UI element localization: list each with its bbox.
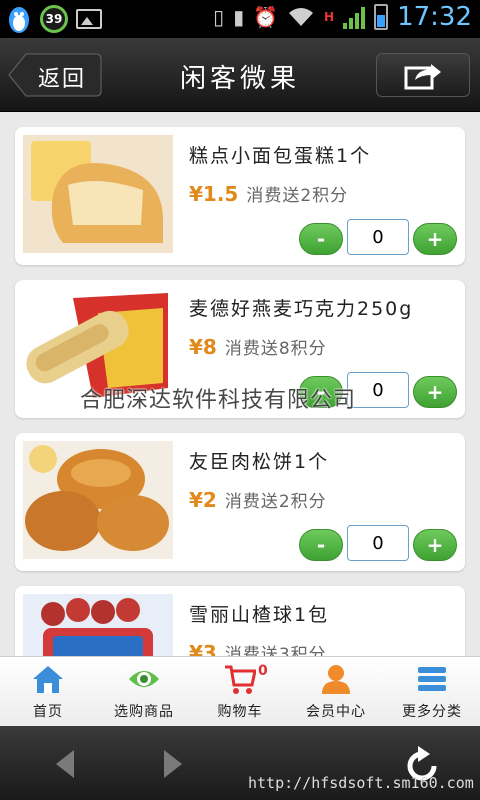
- product-price: ¥2: [189, 488, 217, 512]
- title-bar: 返回 闲客微果: [0, 38, 480, 112]
- network-type-label: H: [324, 10, 335, 24]
- share-icon: [404, 64, 441, 90]
- product-points: 消费送2积分: [246, 186, 349, 206]
- product-points: 消费送3积分: [224, 645, 327, 656]
- increase-quantity-button[interactable]: +: [413, 529, 457, 561]
- gallery-icon: [76, 9, 102, 29]
- product-points: 消费送8积分: [224, 339, 327, 359]
- increase-quantity-button[interactable]: +: [413, 223, 457, 255]
- increase-quantity-button[interactable]: +: [413, 376, 457, 408]
- decrease-quantity-button[interactable]: -: [299, 223, 343, 255]
- tab-home[interactable]: 首页: [0, 657, 96, 727]
- browser-forward-icon[interactable]: [162, 748, 184, 780]
- sd-card-icon: ▮: [233, 5, 245, 29]
- product-image-hawthorn-balls: [23, 594, 173, 656]
- clock-time: 17:32: [397, 2, 472, 32]
- user-icon: [322, 665, 350, 694]
- eye-icon: [129, 671, 159, 687]
- cart-count-badge: 0: [258, 663, 268, 679]
- product-card[interactable]: 糕点小面包蛋糕1个 ¥1.5 消费送2积分 - +: [15, 127, 465, 265]
- battery-icon: [374, 4, 389, 30]
- product-image-pork-floss-cake: [23, 441, 173, 559]
- tab-cart[interactable]: 0 购物车: [192, 657, 288, 727]
- tab-label: 更多分类: [402, 704, 462, 720]
- notification-count-badge: 39: [40, 5, 68, 33]
- product-name: 雪丽山楂球1包: [189, 604, 330, 626]
- quantity-input[interactable]: [347, 219, 409, 255]
- watermark-text: 合肥深达软件科技有限公司: [80, 388, 357, 413]
- tab-label: 购物车: [217, 704, 263, 720]
- home-icon: [33, 666, 63, 693]
- product-image-cake: [23, 135, 173, 253]
- quantity-input[interactable]: [347, 525, 409, 561]
- product-price: ¥8: [189, 335, 217, 359]
- product-price: ¥3: [189, 641, 217, 656]
- wifi-icon: [289, 8, 314, 26]
- status-bar: 39 ▯ ▮ ⏰ H 17:32: [0, 0, 480, 38]
- tab-browse-products[interactable]: 选购商品: [96, 657, 192, 727]
- product-points: 消费送2积分: [224, 492, 327, 512]
- qq-penguin-icon: [9, 7, 29, 33]
- tab-member-center[interactable]: 会员中心: [288, 657, 384, 727]
- vibrate-icon: ▯: [213, 5, 225, 29]
- browser-back-icon[interactable]: [54, 748, 76, 780]
- tab-label: 会员中心: [306, 704, 366, 720]
- product-price: ¥1.5: [189, 182, 239, 206]
- alarm-icon: ⏰: [253, 5, 279, 29]
- signal-icon: [343, 5, 366, 29]
- share-button[interactable]: [376, 53, 470, 97]
- browser-nav-bar: http://hfsdsoft.sm160.com: [0, 726, 480, 800]
- footer-url: http://hfsdsoft.sm160.com: [248, 774, 474, 792]
- product-name: 糕点小面包蛋糕1个: [189, 145, 372, 167]
- tab-label: 首页: [33, 704, 63, 720]
- product-name: 麦德好燕麦巧克力250g: [189, 298, 414, 320]
- product-name: 友臣肉松饼1个: [189, 451, 330, 473]
- product-card[interactable]: 友臣肉松饼1个 ¥2 消费送2积分 - +: [15, 433, 465, 571]
- bottom-tab-bar: 首页 选购商品 0 购物车 会员中心 更多分类: [0, 656, 480, 726]
- product-card[interactable]: 雪丽山楂球1包 ¥3 消费送3积分: [15, 586, 465, 656]
- menu-icon: [418, 667, 446, 691]
- tab-more-categories[interactable]: 更多分类: [384, 657, 480, 727]
- cart-icon: [225, 665, 256, 694]
- tab-label: 选购商品: [114, 704, 174, 720]
- quantity-input[interactable]: [347, 372, 409, 408]
- decrease-quantity-button[interactable]: -: [299, 529, 343, 561]
